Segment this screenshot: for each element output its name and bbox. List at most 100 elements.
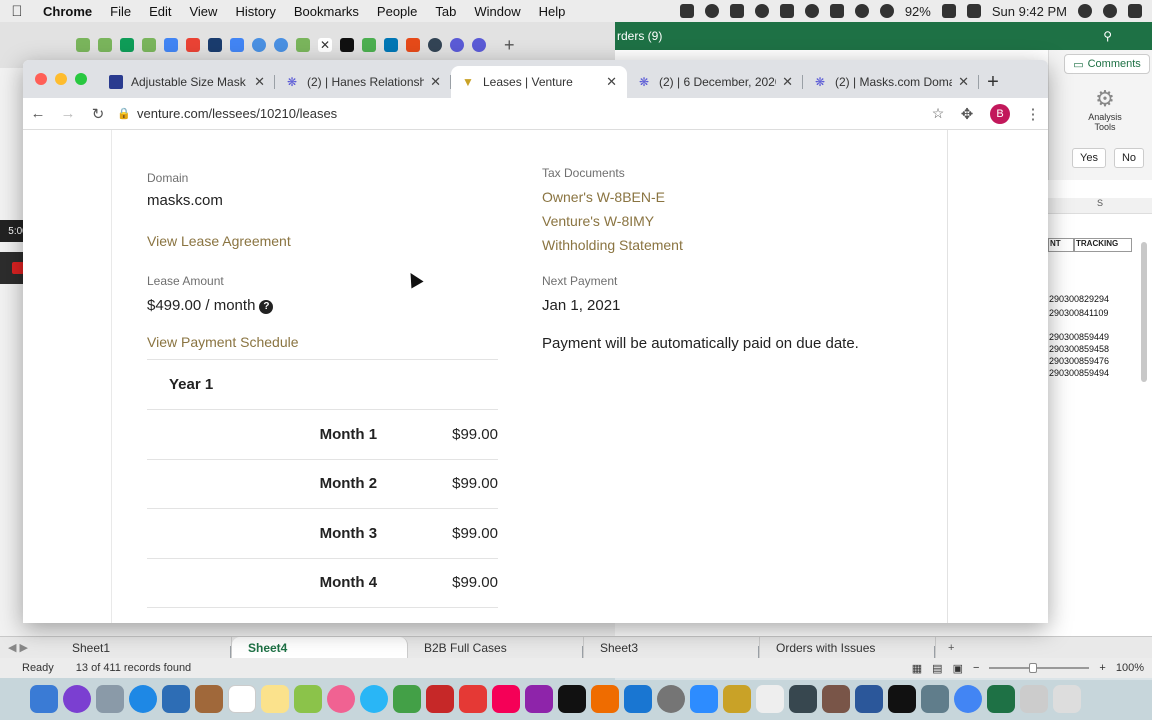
document-icon[interactable] (756, 685, 784, 713)
lock-icon[interactable]: 🔒 (117, 107, 137, 120)
app-icon[interactable] (362, 38, 376, 52)
tray-display-icon[interactable] (779, 4, 794, 18)
shopify-icon[interactable] (296, 38, 310, 52)
close-tab-icon[interactable]: ✕ (606, 74, 617, 90)
close-window-button[interactable] (35, 73, 47, 85)
archive-icon[interactable] (723, 685, 751, 713)
music-icon[interactable] (492, 685, 520, 713)
reload-icon[interactable]: ↻ (83, 105, 113, 123)
tracking-cell[interactable]: 290300859494 (1049, 368, 1109, 378)
zoom-in-icon[interactable]: + (1099, 662, 1105, 674)
tab-adjustable-size-mask[interactable]: Adjustable Size Mask b ✕ (99, 66, 275, 98)
downloads-icon[interactable] (1020, 685, 1048, 713)
app-icon[interactable] (340, 38, 354, 52)
zoom-out-icon[interactable]: − (973, 662, 979, 674)
word-icon[interactable] (855, 685, 883, 713)
tracking-cell[interactable]: 290300859458 (1049, 344, 1109, 354)
url-text[interactable]: venture.com/lessees/10210/leases (137, 106, 924, 121)
tab-masks-com-domain[interactable]: ❋ (2) | Masks.com Domai ✕ (803, 66, 979, 98)
tray-app-icon[interactable] (679, 4, 694, 18)
menu-history[interactable]: History (226, 4, 284, 19)
apple-menu-icon[interactable]:  (0, 3, 34, 20)
new-tab-button[interactable]: + (979, 66, 1007, 98)
photos-icon[interactable] (327, 685, 355, 713)
notes-icon[interactable] (261, 685, 289, 713)
menu-clock[interactable]: Sun 9:42 PM (992, 4, 1067, 19)
news-icon[interactable] (459, 685, 487, 713)
zoom-percent[interactable]: 100% (1116, 662, 1144, 674)
analysis-tools-button[interactable]: ⚙ Analysis Tools (1077, 86, 1133, 132)
page-layout-icon[interactable]: ▤ (932, 662, 942, 675)
close-tab-icon[interactable]: ✕ (430, 74, 441, 90)
tray-cloud-icon[interactable] (704, 4, 719, 18)
more-menu-icon[interactable]: ⋮ (1018, 105, 1048, 123)
launchpad-icon[interactable] (96, 685, 124, 713)
close-tab-icon[interactable]: ✕ (254, 74, 265, 90)
flag-icon[interactable] (966, 4, 981, 18)
add-sheet-button[interactable]: + (936, 642, 966, 654)
header-cell[interactable]: NT (1048, 238, 1074, 252)
excel-scrollbar[interactable] (1141, 242, 1147, 382)
photobooth-icon[interactable] (426, 685, 454, 713)
venture-w8imy-link[interactable]: Venture's W-8IMY (542, 213, 654, 229)
sheet-tab-b2b-full-cases[interactable]: B2B Full Cases (408, 637, 584, 660)
tab-hanes-relationship[interactable]: ❋ (2) | Hanes Relationshi ✕ (275, 66, 451, 98)
battery-percent[interactable]: 92% (905, 4, 931, 19)
forward-arrow-icon[interactable]: → (53, 105, 83, 122)
menu-window[interactable]: Window (465, 4, 529, 19)
menu-app-name[interactable]: Chrome (34, 4, 101, 19)
linkedin-icon[interactable] (384, 38, 398, 52)
tray-gear-icon[interactable] (754, 4, 769, 18)
sheet-tab-sheet4[interactable]: Sheet4 (232, 637, 408, 658)
safari-icon[interactable] (129, 685, 157, 713)
app-icon[interactable] (428, 38, 442, 52)
tray-time-machine-icon[interactable] (804, 4, 819, 18)
normal-view-icon[interactable]: ▦ (912, 662, 922, 675)
spotlight-icon[interactable] (1078, 4, 1092, 18)
address-bar[interactable]: 🔒 venture.com/lessees/10210/leases ☆ (117, 100, 952, 128)
yes-button[interactable]: Yes (1072, 148, 1106, 168)
notification-center-icon[interactable] (1128, 4, 1142, 18)
app-icon[interactable] (252, 38, 266, 52)
close-icon[interactable]: ✕ (318, 38, 332, 52)
page-break-icon[interactable]: ▣ (953, 662, 963, 675)
minimize-window-button[interactable] (55, 73, 67, 85)
mail-icon[interactable] (162, 685, 190, 713)
excel-grid[interactable]: S NT TRACKING 290300829294 290300841109 … (1048, 198, 1152, 648)
drive-icon[interactable] (230, 38, 244, 52)
docs-icon[interactable] (164, 38, 178, 52)
chrome-icon[interactable] (954, 685, 982, 713)
app-icon[interactable] (921, 685, 949, 713)
sheet-tab-sheet1[interactable]: Sheet1 (56, 637, 232, 660)
gmail-icon[interactable] (186, 38, 200, 52)
column-header-s[interactable]: S (1048, 198, 1152, 214)
asterisk-icon[interactable] (472, 38, 486, 52)
menu-tab[interactable]: Tab (426, 4, 465, 19)
contacts-icon[interactable] (195, 685, 223, 713)
bookmark-star-icon[interactable]: ☆ (924, 105, 952, 122)
new-tab-icon[interactable]: + (504, 35, 515, 56)
tracking-cell[interactable]: 290300859449 (1049, 332, 1109, 342)
close-tab-icon[interactable]: ✕ (782, 74, 793, 90)
zoom-window-button[interactable] (75, 73, 87, 85)
zoom-slider-knob[interactable] (1029, 663, 1038, 673)
shopify-icon[interactable] (98, 38, 112, 52)
tracking-cell[interactable]: 290300859476 (1049, 356, 1109, 366)
maps-icon[interactable] (294, 685, 322, 713)
view-payment-schedule-link[interactable]: View Payment Schedule (147, 334, 299, 350)
bluetooth-icon[interactable] (829, 4, 844, 18)
menu-help[interactable]: Help (530, 4, 575, 19)
books-icon[interactable] (591, 685, 619, 713)
app-icon[interactable] (274, 38, 288, 52)
asterisk-icon[interactable] (450, 38, 464, 52)
sheet-tab-sheet3[interactable]: Sheet3 (584, 637, 760, 660)
battery-icon[interactable] (941, 4, 956, 18)
tracking-cell[interactable]: 290300829294 (1049, 294, 1109, 304)
menu-view[interactable]: View (180, 4, 226, 19)
wifi-icon[interactable] (854, 4, 869, 18)
app-icon[interactable] (888, 685, 916, 713)
menu-bookmarks[interactable]: Bookmarks (285, 4, 368, 19)
finder-icon[interactable] (30, 685, 58, 713)
app-icon[interactable] (822, 685, 850, 713)
messages-icon[interactable] (360, 685, 388, 713)
